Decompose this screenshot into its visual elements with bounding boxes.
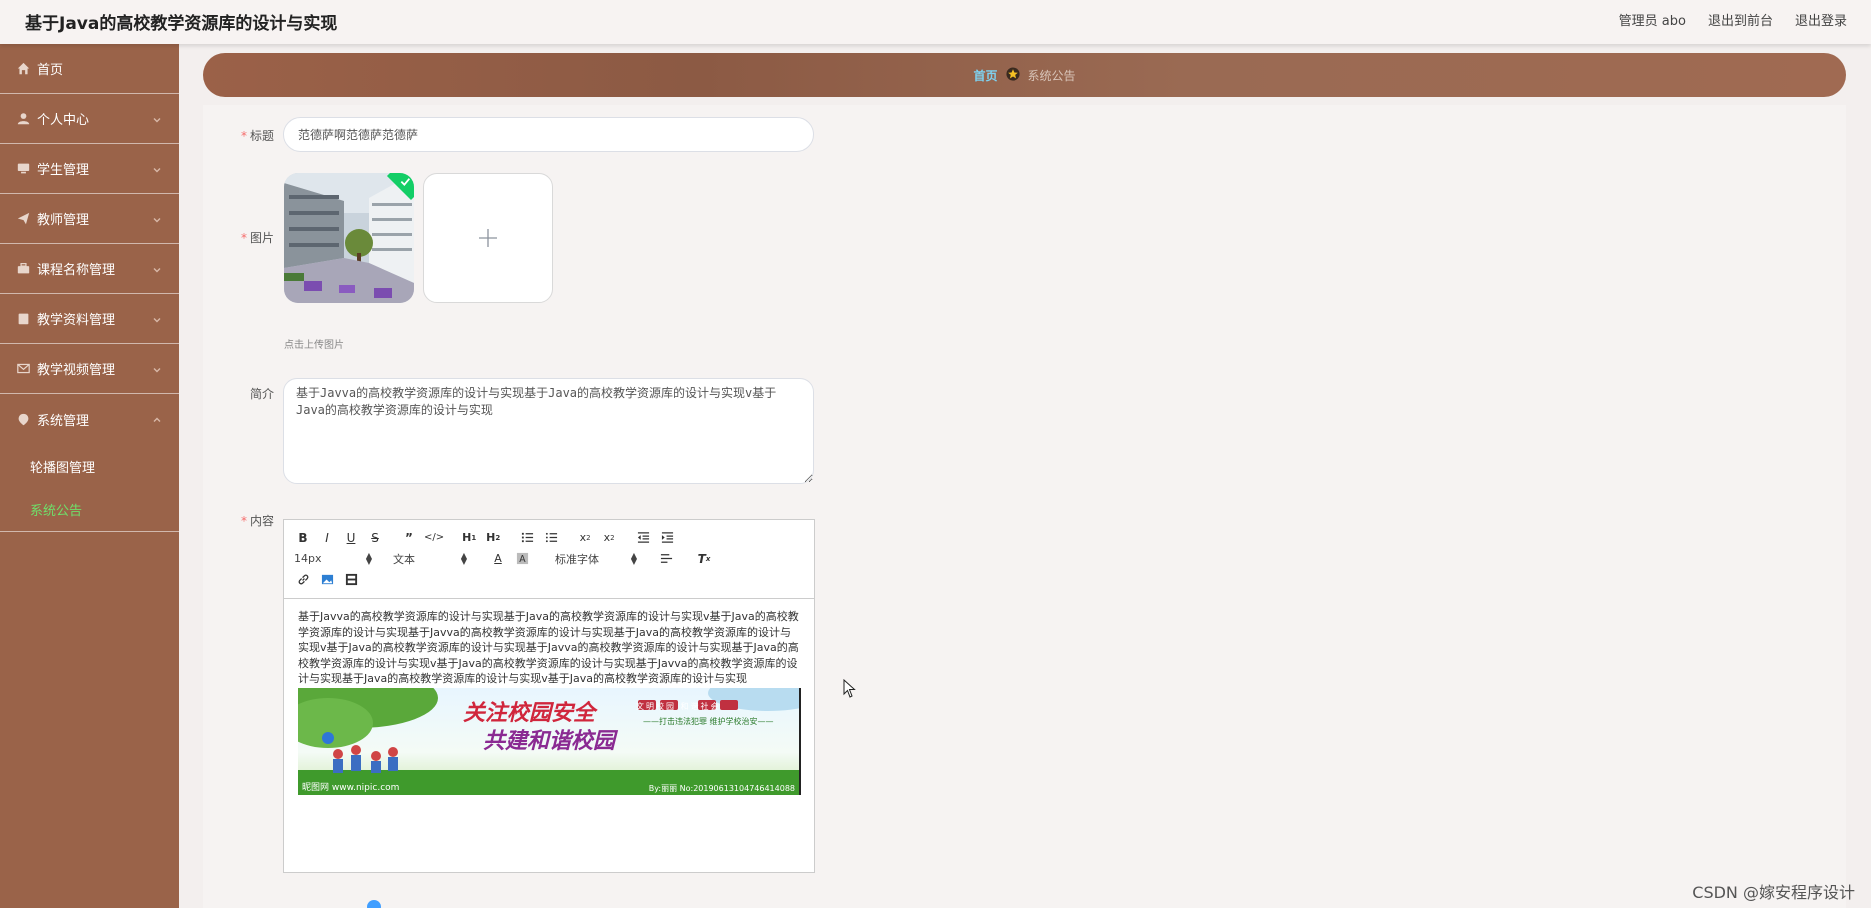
star-icon	[1005, 66, 1020, 85]
subscript-icon[interactable]: x2	[576, 529, 594, 547]
sidebar-item-label: 教学视频管理	[37, 363, 116, 378]
link-icon[interactable]	[294, 571, 312, 589]
sidebar-item-students[interactable]: 学生管理	[0, 144, 179, 194]
sidebar-item-label: 教师管理	[37, 213, 90, 228]
user-name: 管理员 abo	[1618, 14, 1686, 29]
sidebar-item-home[interactable]: 首页	[0, 44, 179, 94]
uploaded-image-thumbnail[interactable]	[284, 173, 414, 303]
briefcase-icon	[16, 262, 30, 276]
superscript-icon[interactable]: x2	[600, 529, 618, 547]
outdent-icon[interactable]	[634, 529, 652, 547]
sidebar-subitem-label: 系统公告	[30, 504, 83, 519]
sidebar-item-label: 个人中心	[37, 113, 90, 128]
editor-toolbar: B I U S ” </> H1 H2 x2 x2 14px ▲ ▼ 文本 ▲ …	[284, 520, 814, 599]
banner-tag-1: 文明校园 和谐社会	[636, 701, 721, 711]
sidebar-item-teachers[interactable]: 教师管理	[0, 194, 179, 244]
send-icon	[16, 212, 30, 226]
background-color-icon[interactable]: A	[513, 550, 531, 568]
rich-text-editor: B I U S ” </> H1 H2 x2 x2 14px ▲ ▼ 文本 ▲ …	[283, 519, 815, 873]
campus-building-image	[284, 173, 414, 303]
watermark-text: CSDN @嫁安程序设计	[1692, 883, 1855, 902]
mail-icon	[16, 362, 30, 376]
chevron-down-icon	[153, 113, 161, 123]
clear-format-icon[interactable]: Tx	[695, 550, 713, 568]
chevron-down-icon	[153, 363, 161, 373]
ordered-list-icon[interactable]	[518, 529, 536, 547]
breadcrumb: 首页 系统公告	[203, 53, 1846, 97]
bullet-list-icon[interactable]	[542, 529, 560, 547]
chevron-down-icon	[153, 213, 161, 223]
select-arrows-icon: ▲ ▼	[460, 550, 467, 566]
intro-textarea[interactable]: 基于Javva的高校教学资源库的设计与实现基于Java的高校教学资源库的设计与实…	[283, 378, 814, 484]
sidebar-item-label: 首页	[37, 63, 64, 78]
chevron-up-icon	[153, 413, 161, 422]
plus-icon	[479, 229, 497, 247]
sidebar: 首页 个人中心 学生管理 教师管理 课程名称管理 教学资料管理 教学视频管理 系…	[0, 44, 179, 908]
breadcrumb-current: 系统公告	[1027, 68, 1076, 83]
user-icon	[16, 112, 30, 126]
sidebar-item-materials[interactable]: 教学资料管理	[0, 294, 179, 344]
clipboard-icon	[16, 312, 30, 326]
title-label: * 标题	[240, 129, 274, 143]
strike-icon[interactable]: S	[366, 529, 384, 547]
banner-headline-2: 共建和谐校园	[483, 727, 616, 754]
sidebar-subitem-carousel[interactable]: 轮播图管理	[0, 444, 179, 488]
sidebar-subitem-label: 轮播图管理	[30, 460, 96, 476]
font-family-select[interactable]: 标准字体 ▲ ▼	[555, 550, 637, 568]
chevron-down-icon	[153, 163, 161, 173]
slider-handle[interactable]	[367, 900, 381, 908]
sidebar-item-system[interactable]: 系统管理	[0, 394, 179, 444]
select-arrows-icon: ▲ ▼	[630, 550, 637, 566]
sidebar-item-videos[interactable]: 教学视频管理	[0, 344, 179, 394]
upload-tip: 点击上传图片	[284, 340, 344, 351]
breadcrumb-home[interactable]: 首页	[973, 67, 997, 84]
heading1-icon[interactable]: H1	[460, 529, 478, 547]
sidebar-item-courses[interactable]: 课程名称管理	[0, 244, 179, 294]
svg-text:A: A	[519, 554, 526, 565]
image-label: * 图片	[240, 231, 274, 245]
title-input[interactable]	[283, 117, 814, 152]
image-icon[interactable]	[318, 571, 336, 589]
underline-icon[interactable]: U	[342, 529, 360, 547]
location-icon	[16, 412, 30, 426]
code-icon[interactable]: </>	[424, 529, 444, 547]
bold-icon[interactable]: B	[294, 529, 312, 547]
sidebar-item-label: 课程名称管理	[37, 263, 116, 278]
intro-label: 简介	[249, 387, 274, 401]
chevron-down-icon	[153, 263, 161, 273]
banner-headline-1: 关注校园安全	[463, 699, 596, 726]
heading2-icon[interactable]: H2	[484, 529, 502, 547]
home-icon	[16, 62, 30, 76]
top-header: 基于Java的高校教学资源库的设计与实现 管理员 abo 退出到前台 退出登录	[0, 0, 1871, 44]
align-icon[interactable]	[657, 550, 675, 568]
font-size-select[interactable]: 14px ▲ ▼	[294, 550, 372, 568]
mouse-cursor-icon	[843, 679, 856, 698]
quote-icon[interactable]: ”	[400, 529, 418, 547]
font-color-icon[interactable]: A	[489, 550, 507, 568]
header-actions: 管理员 abo 退出到前台 退出登录	[1619, 10, 1847, 29]
banner-footer-right: By:丽丽 No:20190613104746414088	[648, 783, 795, 793]
banner-tag-2: ——打击违法犯罪 维护学校治安——	[643, 716, 774, 726]
select-arrows-icon: ▲ ▼	[365, 550, 372, 566]
sidebar-item-label: 系统管理	[37, 413, 90, 429]
sidebar-subitem-announcement[interactable]: 系统公告	[0, 488, 179, 532]
sidebar-item-label: 教学资料管理	[37, 313, 116, 328]
block-type-select[interactable]: 文本 ▲ ▼	[393, 550, 467, 568]
app-title: 基于Java的高校教学资源库的设计与实现	[25, 14, 338, 34]
video-icon[interactable]	[342, 571, 360, 589]
indent-icon[interactable]	[658, 529, 676, 547]
italic-icon[interactable]: I	[318, 529, 336, 547]
sidebar-item-label: 学生管理	[37, 163, 90, 178]
campus-safety-banner: 关注校园安全 共建和谐校园 文明校园 和谐社会 ——打击违法犯罪 维护学校治安—…	[298, 687, 801, 795]
monitor-icon	[16, 162, 30, 176]
logout-link[interactable]: 退出登录	[1795, 10, 1847, 29]
sidebar-item-personal[interactable]: 个人中心	[0, 94, 179, 144]
chevron-down-icon	[153, 313, 161, 323]
editor-text: 基于Javva的高校教学资源库的设计与实现基于Java的高校教学资源库的设计与实…	[298, 610, 799, 685]
back-to-front-link[interactable]: 退出到前台	[1708, 10, 1773, 29]
editor-content[interactable]: 基于Javva的高校教学资源库的设计与实现基于Java的高校教学资源库的设计与实…	[284, 599, 814, 873]
content-label: * 内容	[240, 514, 274, 528]
upload-image-button[interactable]	[423, 173, 553, 303]
banner-footer-left: 昵图网 www.nipic.com	[302, 782, 400, 793]
